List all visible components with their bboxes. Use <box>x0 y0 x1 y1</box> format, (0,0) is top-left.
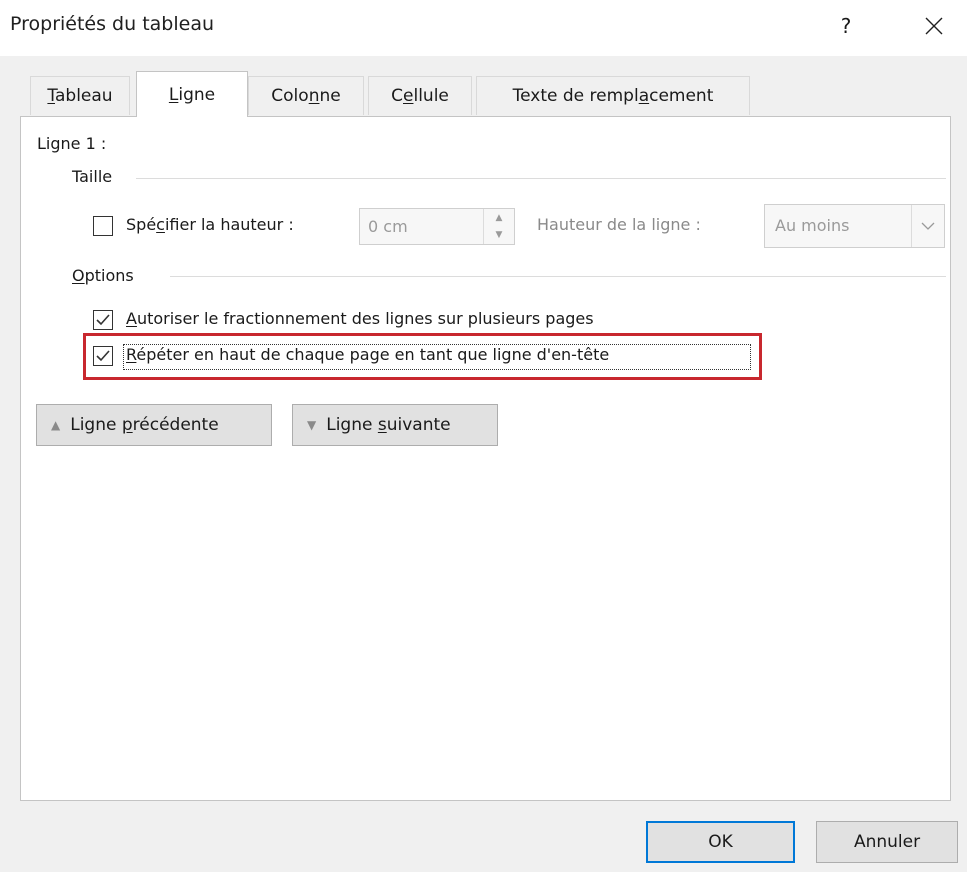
tab-ligne-label: Ligne <box>168 84 216 105</box>
previous-row-label: Ligne précédente <box>70 415 219 435</box>
cancel-button[interactable]: Annuler <box>816 821 958 863</box>
help-button[interactable]: ? <box>826 6 866 46</box>
close-button[interactable] <box>912 6 956 46</box>
ok-label: OK <box>708 832 733 852</box>
window-title: Propriétés du tableau <box>10 13 215 35</box>
size-group-label: Taille <box>72 167 113 186</box>
row-label: Ligne 1 : <box>37 134 107 153</box>
tab-cellule-label: Cellule <box>391 86 449 106</box>
tab-tableau-label: Tableau <box>47 86 113 106</box>
height-value: 0 cm <box>368 217 408 236</box>
spinner-buttons: ▲ ▼ <box>483 209 514 244</box>
spin-up-icon[interactable]: ▲ <box>484 209 514 226</box>
row-height-label: Hauteur de la ligne : <box>537 215 701 234</box>
help-icon: ? <box>840 14 852 38</box>
repeat-header-checkbox[interactable] <box>93 346 113 366</box>
title-bar: Propriétés du tableau ? <box>0 0 967 56</box>
cancel-label: Annuler <box>853 832 921 852</box>
size-group-divider <box>136 178 946 179</box>
tab-colonne[interactable]: Colonne <box>248 76 364 115</box>
tab-ligne[interactable]: Ligne <box>136 71 248 117</box>
specify-height-label: Spécifier la hauteur : <box>126 215 294 234</box>
height-spinner[interactable]: 0 cm ▲ ▼ <box>359 208 515 245</box>
next-row-label: Ligne suivante <box>326 415 451 435</box>
allow-break-label: Autoriser le fractionnement des lignes s… <box>126 309 594 328</box>
triangle-up-icon: ▲ <box>51 418 61 432</box>
allow-break-checkbox[interactable] <box>93 310 113 330</box>
spin-down-icon[interactable]: ▼ <box>484 226 514 243</box>
repeat-header-label: Répéter en haut de chaque page en tant q… <box>126 345 610 364</box>
tab-cellule[interactable]: Cellule <box>368 76 472 115</box>
check-icon <box>96 314 110 326</box>
tab-tableau[interactable]: Tableau <box>30 76 130 115</box>
chevron-down-icon[interactable] <box>911 205 944 247</box>
triangle-down-icon: ▼ <box>307 418 317 432</box>
tab-colonne-label: Colonne <box>271 86 341 106</box>
tab-texte-de-remplacement-label: Texte de remplacement <box>512 86 714 106</box>
previous-row-button[interactable]: ▲ Ligne précédente <box>36 404 272 446</box>
ok-button[interactable]: OK <box>646 821 795 863</box>
options-group-divider <box>170 276 946 277</box>
check-icon <box>96 350 110 362</box>
tab-texte-de-remplacement[interactable]: Texte de remplacement <box>476 76 750 115</box>
row-height-select[interactable]: Au moins <box>764 204 945 248</box>
options-group-label: Options <box>72 266 134 285</box>
close-icon <box>925 17 943 35</box>
next-row-button[interactable]: ▼ Ligne suivante <box>292 404 498 446</box>
specify-height-checkbox[interactable] <box>93 216 113 236</box>
row-height-select-value: Au moins <box>775 216 850 235</box>
